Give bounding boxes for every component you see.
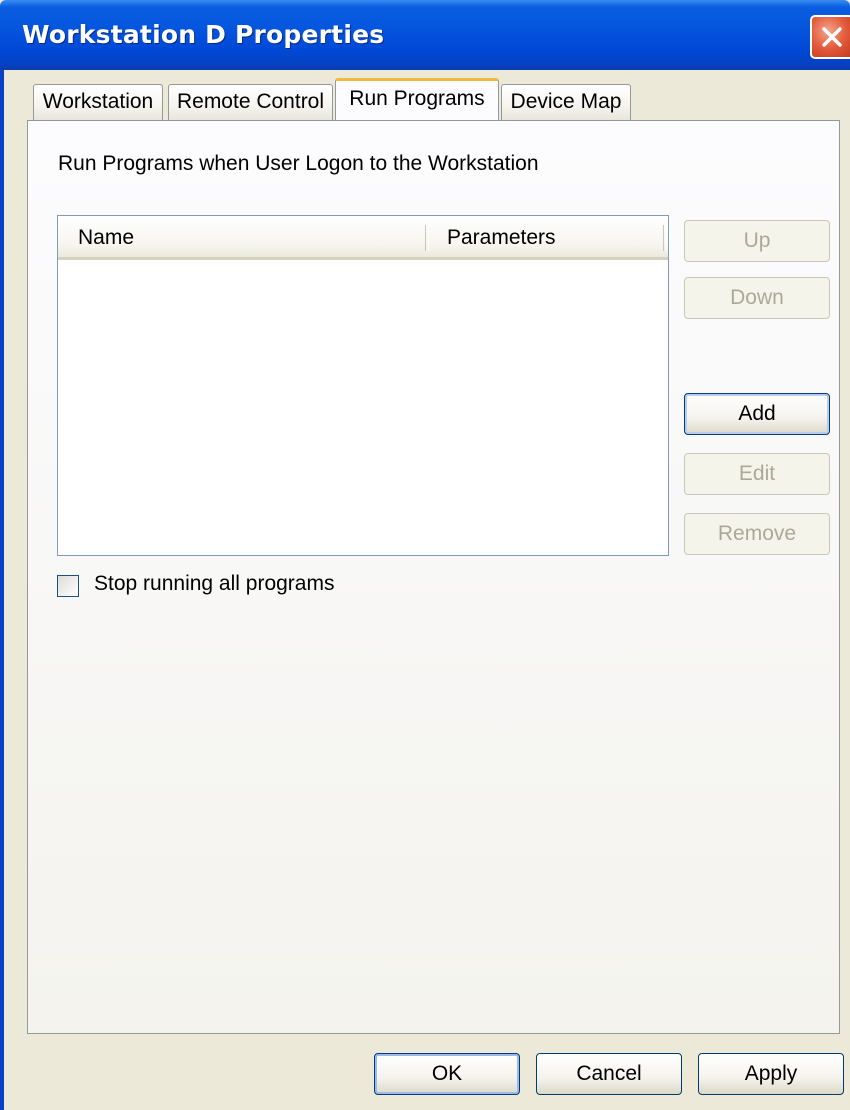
add-button[interactable]: Add (684, 393, 830, 435)
cancel-button[interactable]: Cancel (536, 1053, 682, 1095)
tab-run-programs[interactable]: Run Programs (335, 78, 499, 120)
title-bar[interactable]: Workstation D Properties (0, 0, 850, 70)
ok-button[interactable]: OK (374, 1053, 520, 1095)
section-heading: Run Programs when User Logon to the Work… (58, 152, 539, 175)
down-button[interactable]: Down (684, 277, 830, 319)
apply-button[interactable]: Apply (698, 1053, 844, 1095)
stop-all-checkbox[interactable] (57, 575, 79, 597)
tab-device-map[interactable]: Device Map (501, 84, 631, 120)
close-icon (822, 27, 842, 47)
properties-dialog: Workstation D Properties Workstation Rem… (0, 0, 850, 1110)
remove-button[interactable]: Remove (684, 513, 830, 555)
up-button[interactable]: Up (684, 220, 830, 262)
column-divider[interactable] (663, 225, 667, 251)
tab-remote-control[interactable]: Remote Control (168, 84, 333, 120)
column-header-name[interactable]: Name (58, 216, 426, 257)
edit-button[interactable]: Edit (684, 453, 830, 495)
programs-list[interactable]: Name Parameters (57, 215, 669, 556)
window-title: Workstation D Properties (22, 20, 385, 49)
column-header-parameters[interactable]: Parameters (427, 216, 667, 257)
window-frame-left (0, 70, 4, 1110)
tab-workstation[interactable]: Workstation (33, 84, 163, 120)
close-button[interactable] (810, 15, 850, 59)
list-header: Name Parameters (58, 216, 668, 260)
stop-all-label[interactable]: Stop running all programs (94, 572, 334, 596)
